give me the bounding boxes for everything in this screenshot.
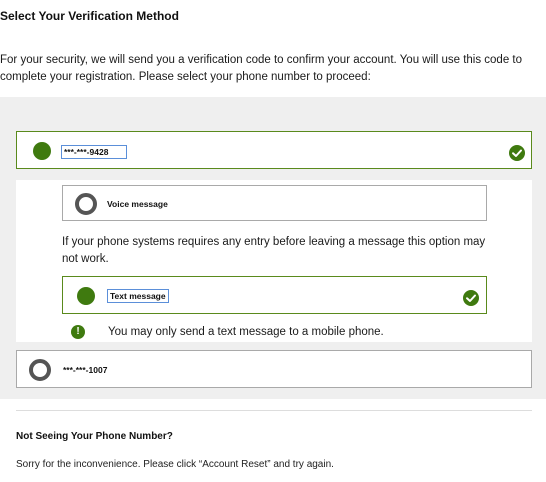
voice-warning-text: If your phone systems requires any entry… xyxy=(62,236,486,265)
help-text: Sorry for the inconvenience. Please clic… xyxy=(16,459,334,470)
radio-selected-icon[interactable] xyxy=(77,287,95,305)
check-circle-icon xyxy=(509,145,525,161)
voice-message-label: Voice message xyxy=(107,199,168,209)
exclamation-circle-icon: ! xyxy=(71,325,85,339)
phone-number-label: ***-***-9428 xyxy=(61,145,128,159)
text-message-option[interactable]: Text message xyxy=(62,276,487,314)
intro-text: For your security, we will send you a ve… xyxy=(0,54,523,83)
text-message-label: Text message xyxy=(107,289,169,303)
page-title: Select Your Verification Method xyxy=(0,9,179,23)
voice-message-option[interactable]: Voice message xyxy=(62,185,487,221)
phone-number-label: ***-***-1007 xyxy=(63,365,108,375)
help-heading: Not Seeing Your Phone Number? xyxy=(16,431,173,442)
phone-option-1007[interactable]: ***-***-1007 xyxy=(16,350,532,388)
phone-option-9428[interactable]: ***-***-9428 xyxy=(16,131,532,169)
radio-unselected-icon[interactable] xyxy=(75,193,97,215)
divider xyxy=(16,410,532,411)
check-circle-icon xyxy=(463,290,479,306)
text-message-note: You may only send a text message to a mo… xyxy=(108,326,384,338)
radio-unselected-icon[interactable] xyxy=(29,359,51,381)
radio-selected-icon[interactable] xyxy=(33,142,51,160)
